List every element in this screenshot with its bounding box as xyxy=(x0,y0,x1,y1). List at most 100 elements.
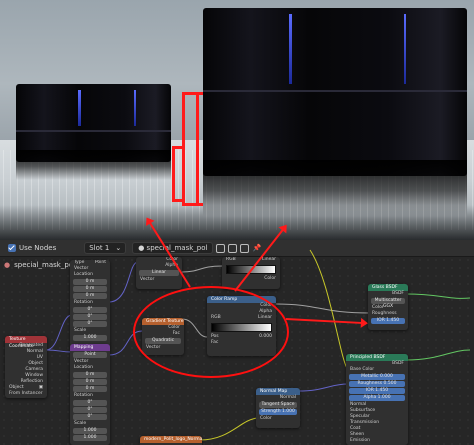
scale-x-field[interactable]: 1.000 xyxy=(73,428,107,434)
rotation-y-field[interactable]: 0° xyxy=(73,314,107,320)
link xyxy=(405,349,471,361)
large-jar-lid-seam xyxy=(203,90,467,92)
scale-y-field[interactable]: 1.000 xyxy=(73,435,107,441)
from-instancer-label: From Instancer xyxy=(9,391,43,396)
render-viewport[interactable] xyxy=(0,0,474,240)
rotation-z-field[interactable]: 0° xyxy=(73,321,107,327)
scale-x-field[interactable]: 1.000 xyxy=(73,335,107,341)
link xyxy=(45,314,73,351)
from-instancer-row[interactable]: From Instancer xyxy=(5,391,47,397)
input-socket-row: Roughness xyxy=(372,311,397,316)
output-socket-row: Normal xyxy=(279,395,296,400)
field-value: 1.450 xyxy=(375,388,389,393)
roughness-field[interactable]: Roughness 0.500 xyxy=(349,381,405,387)
mapping-row: Location xyxy=(74,272,94,277)
input-socket-row: Vector xyxy=(140,277,155,282)
mapping-node-top[interactable]: Type Point Vector Location 0 m 0 m 0 m Ro… xyxy=(70,260,110,348)
image-texture-node-bottom[interactable]: modern_Polit_logo_Normal.png xyxy=(140,436,202,445)
output-socket-row: Color xyxy=(264,276,276,281)
rotation-z-field[interactable]: 0° xyxy=(73,414,107,420)
field-value: Tangent Space xyxy=(261,402,295,407)
output-socket-row: BSDF xyxy=(392,291,404,296)
field-value: 0 m xyxy=(85,379,95,384)
field-label: Alpha xyxy=(363,395,377,400)
location-x-field[interactable]: 0 m xyxy=(73,279,107,285)
large-jar-highlight xyxy=(289,14,292,84)
mapping-row: Scale xyxy=(74,328,87,333)
texture-coordinate-node[interactable]: Texture Coordinate Generated Normal UV O… xyxy=(5,336,47,398)
field-value: 0° xyxy=(87,407,93,412)
field-value: 1.000 xyxy=(377,395,391,400)
space-dropdown[interactable]: Tangent Space xyxy=(259,402,297,408)
location-z-field[interactable]: 0 m xyxy=(73,293,107,299)
annotation-bracket xyxy=(185,203,203,206)
field-value: 0 m xyxy=(85,372,95,377)
floor-shadow xyxy=(0,205,474,240)
normal-map-node[interactable]: Normal Map Normal Tangent Space Strength… xyxy=(256,388,300,428)
rotation-y-field[interactable]: 0° xyxy=(73,407,107,413)
field-label: IOR xyxy=(365,388,374,393)
ior-field[interactable]: IOR 1.450 xyxy=(371,318,405,324)
strength-field[interactable]: Strength 1.000 xyxy=(259,409,297,415)
rotation-x-field[interactable]: 0° xyxy=(73,307,107,313)
ior-value: 1.450 xyxy=(386,318,400,323)
field-value: 0° xyxy=(87,307,93,312)
link xyxy=(297,383,349,392)
type-dropdown[interactable]: Point xyxy=(73,352,107,358)
alpha-field[interactable]: Alpha 1.000 xyxy=(349,395,405,401)
node-title: Normal Map xyxy=(256,388,300,395)
small-jar-shadow xyxy=(16,150,171,180)
node-title: modern_Polit_logo_Normal.png xyxy=(140,436,202,443)
node-title: Mapping xyxy=(70,344,110,351)
field-value: Linear xyxy=(152,270,166,275)
annotation-bracket xyxy=(182,92,185,206)
field-value: 1.000 xyxy=(83,435,97,440)
ior-label: IOR xyxy=(376,318,385,323)
field-value: 0 m xyxy=(85,286,95,291)
screenshot-root: Use Nodes Slot 1 ⌄ ● special_mask_pol 📌 … xyxy=(0,0,474,445)
link xyxy=(108,261,139,303)
location-y-field[interactable]: 0 m xyxy=(73,286,107,292)
link xyxy=(275,303,371,314)
field-value: 1.000 xyxy=(83,335,97,340)
field-label: Strength xyxy=(261,409,281,414)
principled-bsdf-node[interactable]: Principled BSDF BSDF Base Color Metallic… xyxy=(346,354,408,445)
glass-bsdf-node[interactable]: Glass BSDF BSDF Multiscatter GGX Color R… xyxy=(368,284,408,330)
shader-node-editor[interactable]: Use Nodes Slot 1 ⌄ ● special_mask_pol 📌 … xyxy=(0,240,474,445)
field-label: Roughness xyxy=(357,381,383,386)
type-value: Point xyxy=(94,260,106,265)
link xyxy=(405,293,471,299)
field-value: Point xyxy=(84,352,96,357)
location-y-field[interactable]: 0 m xyxy=(73,379,107,385)
small-jar-highlight xyxy=(78,90,81,126)
panel-row[interactable]: Emission xyxy=(346,438,408,444)
ramp-mode: RGB xyxy=(226,257,236,262)
field-value: 0.000 xyxy=(379,374,393,379)
field-value: 0 m xyxy=(85,386,95,391)
small-jar-highlight xyxy=(134,90,136,126)
color-ramp-node-top[interactable]: RGB Linear Color xyxy=(222,257,280,289)
metallic-field[interactable]: Metallic 0.000 xyxy=(349,374,405,380)
ramp-mode-row[interactable]: RGB Linear xyxy=(222,257,280,263)
field-value: 0.500 xyxy=(383,381,397,386)
rotation-x-field[interactable]: 0° xyxy=(73,400,107,406)
distribution-dropdown[interactable]: Multiscatter GGX xyxy=(371,298,405,309)
field-value: 1.000 xyxy=(83,428,97,433)
location-z-field[interactable]: 0 m xyxy=(73,386,107,392)
field-label: Metallic xyxy=(361,374,379,379)
field-value: 0 m xyxy=(85,293,95,298)
location-x-field[interactable]: 0 m xyxy=(73,372,107,378)
small-jar-lid-seam xyxy=(16,130,171,132)
annotation-bracket xyxy=(185,92,203,95)
field-value: 0 m xyxy=(85,279,95,284)
ramp-interp: Linear xyxy=(262,257,276,262)
node-title: Glass BSDF xyxy=(368,284,408,291)
mapping-node-bottom[interactable]: Mapping Point Vector Location 0 m 0 m 0 … xyxy=(70,344,110,445)
interpolation-dropdown[interactable]: Linear xyxy=(139,270,179,276)
input-socket-row: Base Color xyxy=(350,367,375,372)
field-value: 0° xyxy=(87,414,93,419)
field-value: 0° xyxy=(87,400,93,405)
field-value: 0° xyxy=(87,321,93,326)
ior-field[interactable]: IOR 1.450 xyxy=(349,388,405,394)
annotation-bracket xyxy=(172,146,182,149)
